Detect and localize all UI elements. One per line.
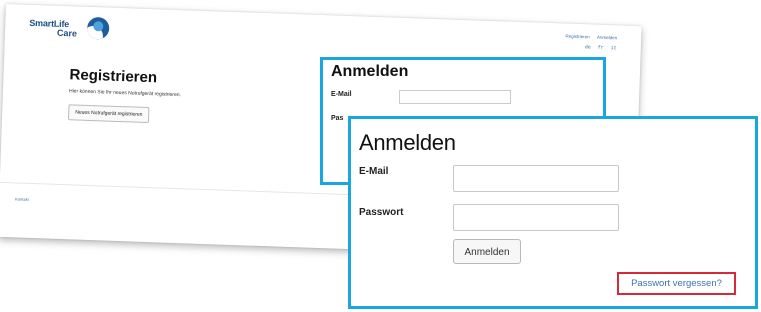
login-small-email-label: E-Mail <box>331 91 352 98</box>
login-small-title: Anmelden <box>331 63 409 80</box>
email-input[interactable] <box>453 165 619 192</box>
logo[interactable]: SmartLife Care <box>27 13 138 47</box>
top-nav: Registrieren Anmelden <box>559 33 617 41</box>
register-description: Hier können Sie Ihr neues Notrufgerät re… <box>68 88 182 99</box>
password-label: Passwort <box>359 207 404 218</box>
login-small-email-input[interactable] <box>399 90 511 104</box>
smartlife-logo-icon <box>86 16 110 40</box>
lang-it[interactable]: it <box>611 45 617 51</box>
login-title: Anmelden <box>359 130 456 155</box>
logo-text-care: Care <box>56 27 78 39</box>
language-switcher: de fr it <box>581 44 617 51</box>
login-button[interactable]: Anmelden <box>453 239 521 264</box>
contact-link[interactable]: Kontakt <box>15 196 29 201</box>
lang-de[interactable]: de <box>585 44 591 50</box>
login-link[interactable]: Anmelden <box>597 35 617 41</box>
password-input[interactable] <box>453 204 619 231</box>
lang-fr[interactable]: fr <box>598 45 604 51</box>
register-title: Registrieren <box>69 66 158 87</box>
register-link[interactable]: Registrieren <box>565 34 589 40</box>
login-small-password-label: Pas <box>331 115 344 122</box>
forgot-password-link[interactable]: Passwort vergessen? <box>617 272 736 295</box>
login-panel-zoomed: Anmelden E-Mail Passwort Anmelden Passwo… <box>348 116 758 309</box>
email-label: E-Mail <box>359 166 389 177</box>
register-device-button[interactable]: Neues Notrufgerät registrieren <box>67 104 150 124</box>
